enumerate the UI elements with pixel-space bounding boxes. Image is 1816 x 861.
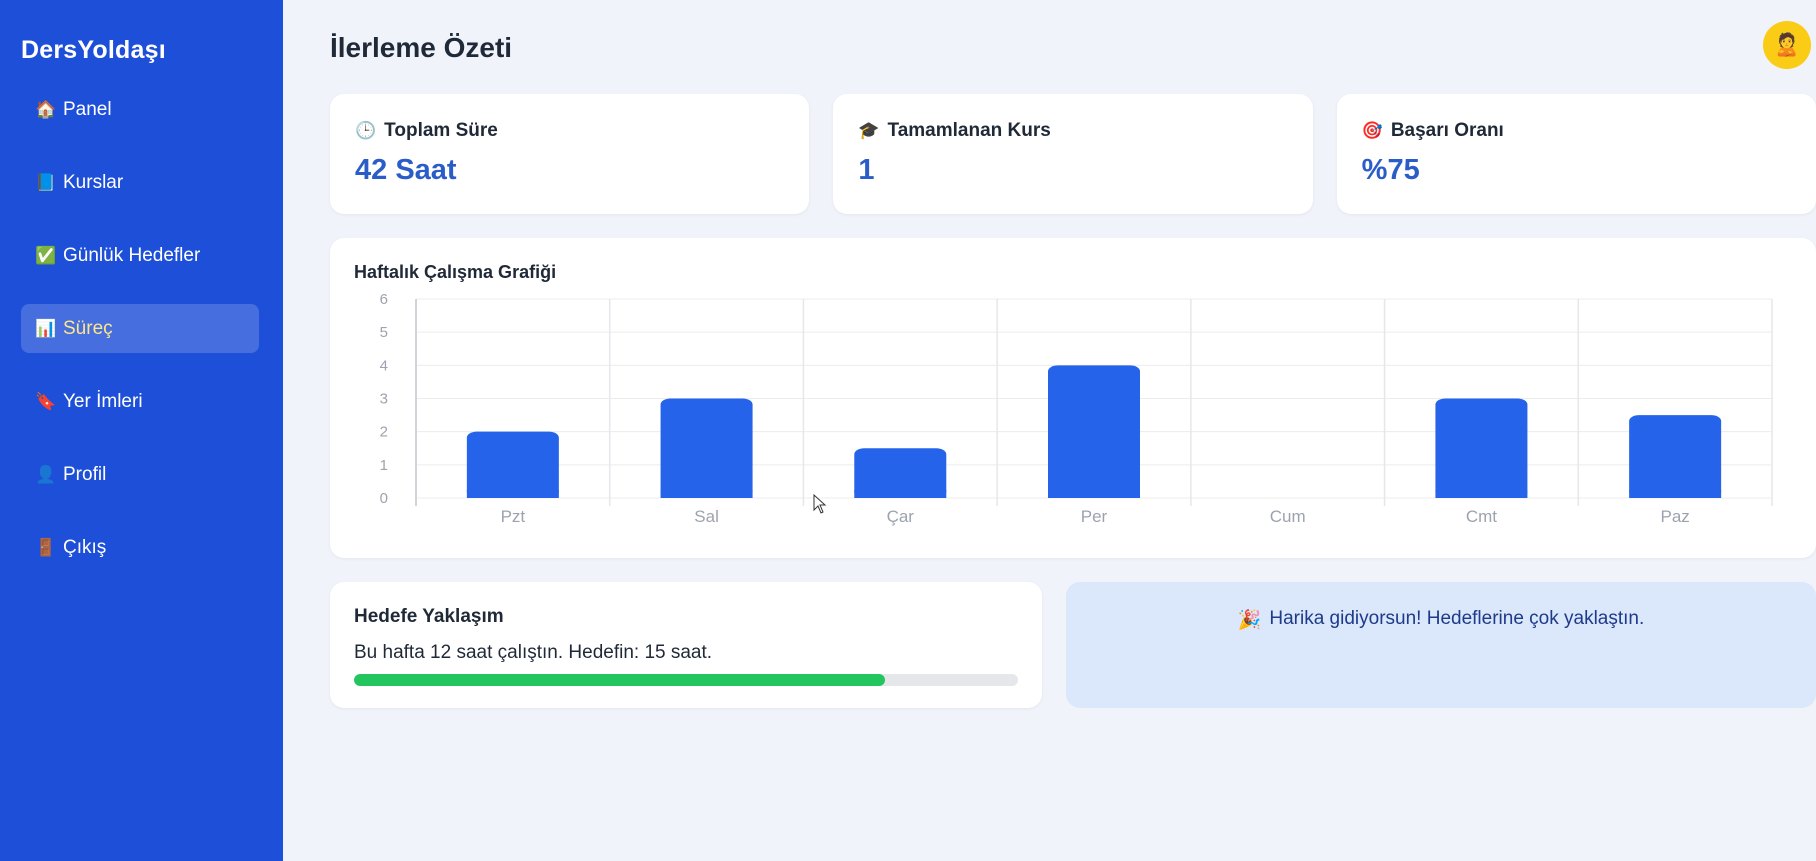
sidebar: DersYoldaşı 🏠 Panel 📘 Kurslar ✅ Günlük H…: [0, 0, 283, 861]
y-tick-label: 3: [380, 391, 388, 408]
party-popper-icon: 🎉: [1237, 610, 1262, 631]
y-tick-label: 6: [380, 291, 388, 308]
stat-card-basari-orani: 🎯 Başarı Oranı %75: [1336, 94, 1816, 214]
clock-icon: 🕒: [355, 121, 377, 140]
y-tick-label: 2: [380, 424, 388, 441]
x-tick-label: Cum: [1270, 507, 1306, 526]
stat-card-toplam-sure: 🕒 Toplam Süre 42 Saat: [330, 94, 810, 214]
bar-cmt: [1435, 398, 1528, 498]
stat-label-text: Tamamlanan Kurs: [887, 120, 1051, 141]
sidebar-item-yer-imleri[interactable]: 🔖 Yer İmleri: [21, 377, 259, 426]
stat-label-text: Başarı Oranı: [1390, 120, 1504, 141]
sidebar-item-kurslar[interactable]: 📘 Kurslar: [21, 158, 259, 207]
sidebar-item-profil[interactable]: 👤 Profil: [21, 450, 259, 499]
app-root: DersYoldaşı 🏠 Panel 📘 Kurslar ✅ Günlük H…: [0, 0, 1816, 861]
user-icon: 👤: [35, 464, 57, 484]
y-tick-label: 0: [380, 490, 388, 507]
goal-progress-bar: [354, 674, 1018, 686]
brand-logo: DersYoldaşı: [21, 36, 166, 64]
stat-card-tamamlanan-kurs: 🎓 Tamamlanan Kurs 1: [833, 94, 1313, 214]
x-tick-label: Çar: [887, 507, 915, 526]
page-title: İlerleme Özeti: [330, 32, 513, 63]
y-tick-label: 5: [380, 324, 388, 341]
bar-base-per: [1048, 490, 1140, 498]
sidebar-nav: 🏠 Panel 📘 Kurslar ✅ Günlük Hedefler 📊 Sü…: [21, 85, 259, 572]
motivation-text: Harika gidiyorsun! Hedeflerine çok yakla…: [1269, 608, 1645, 629]
x-tick-label: Cmt: [1466, 507, 1497, 526]
main-content: İlerleme Özeti 🙎 🕒 Toplam Süre 42 Saat 🎓…: [283, 0, 1816, 861]
x-tick-label: Sal: [694, 507, 719, 526]
stat-label: 🎯 Başarı Oranı: [1362, 120, 1791, 142]
door-icon: 🚪: [35, 537, 57, 557]
sidebar-item-label: Çıkış: [63, 536, 107, 558]
avatar[interactable]: 🙎: [1763, 21, 1811, 69]
stat-label: 🎓 Tamamlanan Kurs: [858, 120, 1287, 142]
bar-base-çar: [854, 490, 947, 498]
sidebar-item-label: Kurslar: [63, 171, 124, 193]
home-icon: 🏠: [35, 99, 57, 119]
sidebar-item-gunluk-hedefler[interactable]: ✅ Günlük Hedefler: [21, 231, 259, 280]
goal-card: Hedefe Yaklaşım Bu hafta 12 saat çalıştı…: [330, 582, 1042, 708]
bookmark-icon: 🔖: [35, 391, 57, 411]
goal-title: Hedefe Yaklaşım: [354, 606, 504, 627]
goal-text: Bu hafta 12 saat çalıştın. Hedefin: 15 s…: [354, 642, 713, 663]
sidebar-item-cikis[interactable]: 🚪 Çıkış: [21, 523, 259, 572]
stat-value: 42 Saat: [355, 154, 457, 186]
bar-pzt: [466, 431, 559, 498]
sidebar-item-label: Profil: [63, 463, 107, 485]
sidebar-item-label: Yer İmleri: [63, 390, 143, 412]
sidebar-item-label: Panel: [63, 98, 112, 120]
stat-value: %75: [1361, 154, 1420, 186]
book-icon: 📘: [35, 172, 57, 192]
bar-paz: [1629, 415, 1722, 498]
sidebar-item-surec[interactable]: 📊 Süreç: [21, 304, 259, 353]
bar-base-pzt: [466, 490, 559, 498]
bar-chart-icon: 📊: [35, 318, 57, 338]
x-tick-label: Per: [1081, 507, 1108, 526]
sidebar-item-label: Günlük Hedefler: [63, 244, 201, 266]
y-tick-label: 1: [380, 457, 388, 474]
stat-label-text: Toplam Süre: [384, 120, 498, 141]
checkbox-icon: ✅: [35, 245, 57, 265]
x-tick-label: Paz: [1660, 507, 1689, 526]
bar-base-sal: [660, 490, 753, 498]
bar-base-paz: [1629, 490, 1722, 498]
stat-value: 1: [858, 154, 875, 186]
avatar-icon: 🙎: [1773, 32, 1801, 57]
sidebar-item-label: Süreç: [63, 317, 113, 339]
chart-title: Haftalık Çalışma Grafiği: [354, 262, 557, 282]
topbar: İlerleme Özeti 🙎: [330, 21, 1816, 69]
y-tick-label: 4: [380, 357, 388, 374]
mouse-cursor-icon: [813, 494, 827, 514]
target-icon: 🎯: [1361, 121, 1383, 140]
bar-base-cmt: [1435, 490, 1528, 498]
bar-sal: [660, 398, 753, 498]
goal-progress-fill: [354, 674, 886, 686]
graduation-cap-icon: 🎓: [858, 121, 880, 140]
stats-row: 🕒 Toplam Süre 42 Saat 🎓 Tamamlanan Kurs …: [330, 94, 1816, 214]
motivation-message: 🎉 Harika gidiyorsun! Hedeflerine çok yak…: [1066, 582, 1816, 708]
bottom-row: Hedefe Yaklaşım Bu hafta 12 saat çalıştı…: [330, 582, 1816, 708]
weekly-chart-card: Haftalık Çalışma Grafiği 0 1 2 3 4 5 6 Pzt Sal Ça…: [330, 238, 1816, 558]
bar-per: [1048, 365, 1140, 498]
weekly-bar-chart: 0 1 2 3 4 5 6 Pzt Sal Çar Per Cum Cmt Paz: [380, 291, 1773, 526]
stat-label: 🕒 Toplam Süre: [355, 120, 784, 142]
x-tick-label: Pzt: [501, 507, 526, 526]
sidebar-item-panel[interactable]: 🏠 Panel: [21, 85, 259, 134]
